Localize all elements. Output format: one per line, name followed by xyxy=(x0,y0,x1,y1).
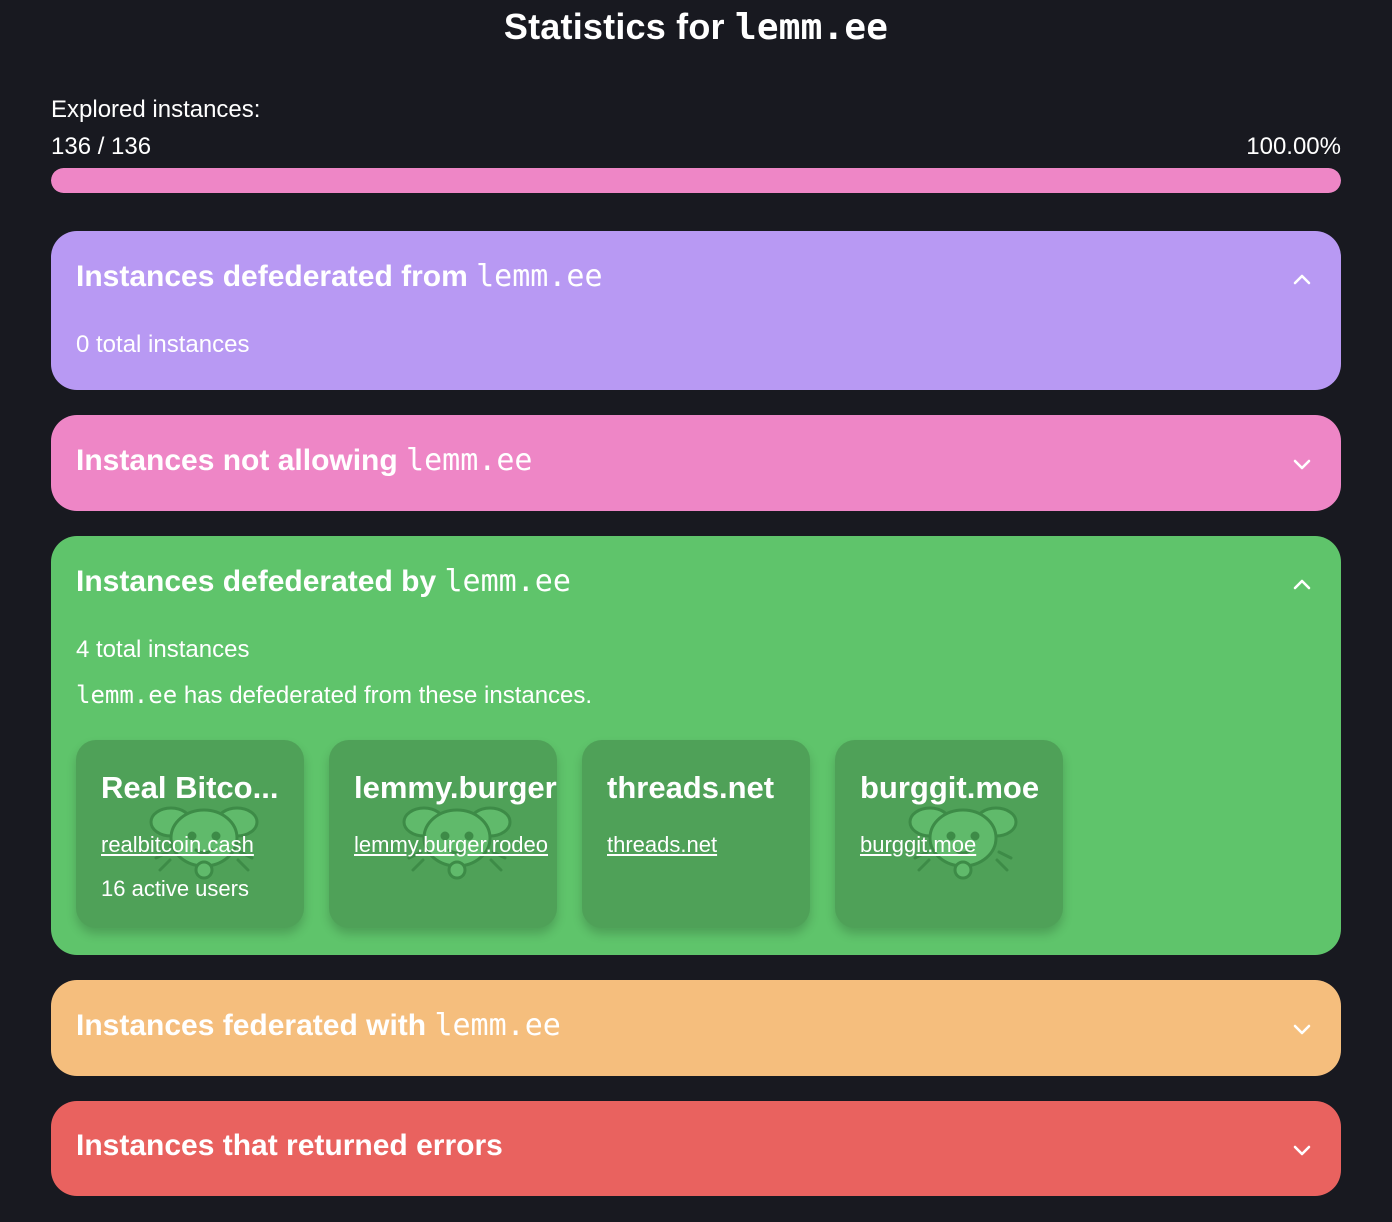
page-title: Statistics for lemm.ee xyxy=(0,6,1392,48)
instance-card[interactable]: threads.net threads.net xyxy=(582,740,810,928)
panel-not-allowing-instance: lemm.ee xyxy=(406,443,533,478)
explored-progress-fill xyxy=(51,168,1341,193)
page-title-prefix: Statistics for xyxy=(503,6,735,47)
panel-not-allowing: Instances not allowing lemm.ee xyxy=(51,415,1341,511)
panel-defederated-by-header[interactable]: Instances defederated by lemm.ee xyxy=(76,564,571,599)
explored-count: 136 / 136 xyxy=(51,133,152,160)
instance-card[interactable]: burggit.moe burggit.moe xyxy=(835,740,1063,928)
instance-card-link[interactable]: threads.net xyxy=(607,832,717,858)
description-text: has defederated from these instances. xyxy=(177,682,593,709)
instance-card[interactable]: Real Bitco... realbitcoin.cash 16 active… xyxy=(76,740,304,928)
panel-federated-with: Instances federated with lemm.ee xyxy=(51,980,1341,1076)
panel-defederated-from-label: Instances defederated from xyxy=(76,260,477,293)
chevron-up-icon[interactable] xyxy=(1291,574,1313,596)
panel-errors-label: Instances that returned errors xyxy=(76,1129,503,1162)
chevron-down-icon[interactable] xyxy=(1291,1139,1313,1161)
panel-defederated-by-instance: lemm.ee xyxy=(444,564,571,599)
explored-label: Explored instances: xyxy=(51,96,261,123)
panel-defederated-by-total: 4 total instances xyxy=(76,636,250,663)
instance-card-name: lemmy.burger.rodeo xyxy=(354,770,557,805)
panel-defederated-from-instance: lemm.ee xyxy=(476,259,603,294)
explored-percent: 100.00% xyxy=(1246,133,1341,160)
instance-card-name: Real Bitco... xyxy=(101,770,279,805)
instance-card-link[interactable]: burggit.moe xyxy=(860,832,976,858)
panel-errors: Instances that returned errors xyxy=(51,1101,1341,1196)
panel-defederated-by-label: Instances defederated by xyxy=(76,565,445,598)
instance-card-name: burggit.moe xyxy=(860,770,1040,805)
panel-defederated-by: Instances defederated by lemm.ee 4 total… xyxy=(51,536,1341,955)
panel-defederated-by-description: lemm.ee has defederated from these insta… xyxy=(76,681,592,710)
instance-card-link[interactable]: realbitcoin.cash xyxy=(101,832,254,858)
panel-federated-with-instance: lemm.ee xyxy=(434,1008,561,1043)
panel-not-allowing-header[interactable]: Instances not allowing lemm.ee xyxy=(76,443,532,478)
chevron-down-icon[interactable] xyxy=(1291,453,1313,475)
page-title-instance: lemm.ee xyxy=(734,7,889,48)
chevron-down-icon[interactable] xyxy=(1291,1018,1313,1040)
explored-progress-bar xyxy=(51,168,1341,193)
panel-federated-with-header[interactable]: Instances federated with lemm.ee xyxy=(76,1008,561,1043)
instance-card-name: threads.net xyxy=(607,770,775,805)
panel-defederated-from: Instances defederated from lemm.ee 0 tot… xyxy=(51,231,1341,390)
description-instance: lemm.ee xyxy=(76,681,178,709)
panel-errors-header[interactable]: Instances that returned errors xyxy=(76,1129,503,1163)
panel-federated-with-label: Instances federated with xyxy=(76,1009,435,1042)
panel-defederated-from-total: 0 total instances xyxy=(76,331,250,358)
instance-card-link[interactable]: lemmy.burger.rodeo xyxy=(354,832,548,858)
chevron-up-icon[interactable] xyxy=(1291,269,1313,291)
panel-defederated-from-header[interactable]: Instances defederated from lemm.ee xyxy=(76,259,603,294)
instance-card[interactable]: lemmy.burger.rodeo lemmy.burger.rodeo xyxy=(329,740,557,928)
instance-card-users: 16 active users xyxy=(101,876,249,901)
panel-not-allowing-label: Instances not allowing xyxy=(76,444,407,477)
